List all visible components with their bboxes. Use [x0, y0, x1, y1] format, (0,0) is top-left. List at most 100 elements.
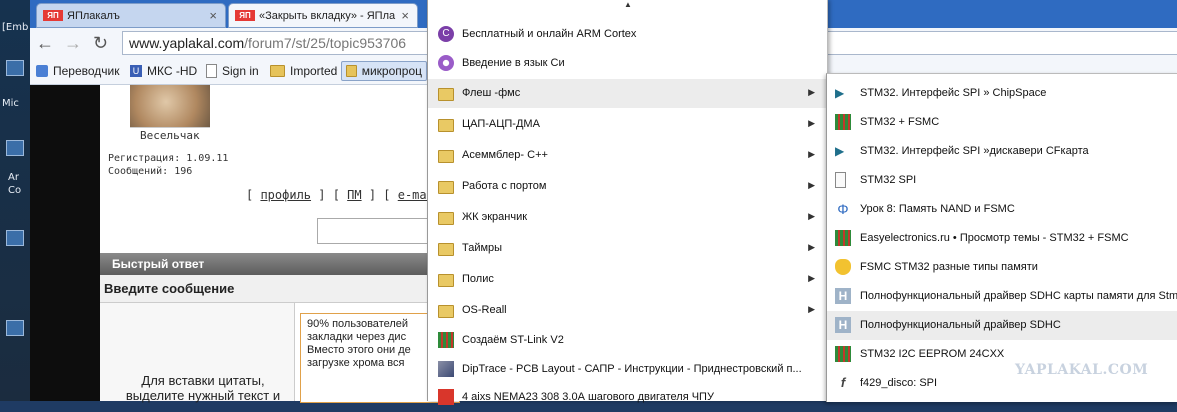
easyelectronics-icon: [835, 346, 851, 362]
watermark: YAPLAKAL.COM: [1015, 362, 1149, 378]
menu-item-label: Флеш -фмс: [462, 87, 521, 99]
page-icon: [835, 172, 846, 188]
submenu-item[interactable]: Φ Урок 8: Память NAND и FSMC: [827, 195, 1177, 224]
menu-folder[interactable]: Работа с портом ▶: [428, 172, 827, 201]
user-stats: Регистрация: 1.09.11 Сообщений: 196: [108, 152, 228, 178]
menu-item-label: Бесплатный и онлайн ARM Cortex: [462, 28, 637, 40]
menu-item[interactable]: DipTrace - PCB Layout - САПР - Инструкци…: [428, 355, 827, 384]
u-icon: U: [130, 65, 142, 77]
submenu-arrow-icon: ▶: [808, 211, 815, 221]
folder-icon: [438, 243, 454, 256]
url-path: /forum7/st/25/topic953706: [244, 35, 407, 51]
submenu-item[interactable]: H Полнофункциональный драйвер SDHC карты…: [827, 282, 1177, 311]
close-tab-icon[interactable]: ×: [209, 8, 217, 23]
submenu-item[interactable]: FSMC STM32 разные типы памяти: [827, 253, 1177, 282]
reload-icon[interactable]: ↻: [93, 33, 108, 53]
folder-icon: [438, 212, 454, 225]
menu-item-label: Асеммблер- С++: [462, 149, 548, 161]
back-arrow-icon[interactable]: ←: [36, 33, 54, 53]
easyelectronics-icon: [835, 114, 851, 130]
submenu-item[interactable]: STM32 + FSMC: [827, 108, 1177, 137]
menu-item[interactable]: Создаём ST-Link V2: [428, 326, 827, 355]
translate-icon: [36, 65, 48, 77]
folder-icon: [270, 65, 285, 77]
folder-icon: [438, 305, 454, 318]
submenu-arrow-icon: ▶: [808, 118, 815, 128]
bookmark-label: Imported: [290, 64, 338, 78]
url-host: www.yaplakal.com: [129, 35, 245, 51]
submenu-item-label: Полнофункциональный драйвер SDHC: [860, 319, 1061, 331]
registration-date: Регистрация: 1.09.11: [108, 153, 229, 164]
menu-item-label: OS-Reall: [462, 304, 507, 316]
desktop-shortcut-icon[interactable]: [6, 140, 24, 156]
gear-purple-icon: [438, 55, 454, 71]
desktop-shortcut-icon[interactable]: [6, 230, 24, 246]
folder-icon: [438, 274, 454, 287]
bookmark-translator[interactable]: Переводчик: [32, 61, 124, 81]
profile-links: [ профиль ] [ ПМ ] [ e-mail ]: [246, 188, 456, 202]
menu-item-label: Работа с портом: [462, 180, 547, 192]
menu-folder[interactable]: Асеммблер- С++ ▶: [428, 141, 827, 170]
desktop-shortcut-icon[interactable]: [6, 60, 24, 76]
bookmark-folder-imported[interactable]: Imported: [266, 61, 341, 81]
submenu-item[interactable]: H Полнофункциональный драйвер SDHC: [827, 311, 1177, 340]
scroll-up-icon[interactable]: ▲: [624, 0, 632, 9]
submenu-arrow-icon: ▶: [808, 304, 815, 314]
tab-yaplakal[interactable]: ЯП ЯПлакалъ ×: [36, 3, 226, 28]
tab-title: «Закрыть вкладку» - ЯПла: [259, 9, 396, 22]
submenu-item-label: STM32 SPI: [860, 174, 917, 186]
desktop-label: Mic: [2, 98, 19, 109]
menu-item[interactable]: 4 аіхѕ NEMA23 308 3.0А шагового двигател…: [428, 383, 827, 412]
menu-item-label: ЖК экранчик: [462, 211, 528, 223]
h-icon: H: [835, 288, 851, 304]
quick-reply-header: Быстрый ответ: [100, 253, 460, 275]
folder-icon: [438, 119, 454, 132]
submenu-item[interactable]: Easyelectronics.ru • Просмотр темы - STM…: [827, 224, 1177, 253]
easyelectronics-icon: [438, 332, 454, 348]
bookmark-submenu: ▶ STM32. Интерфейс SPI » ChipSpace STM32…: [826, 73, 1177, 402]
page-icon: [206, 64, 217, 78]
yaplakal-favicon-icon: ЯП: [235, 10, 255, 21]
menu-folder-flash-fms[interactable]: Флеш -фмс ▶: [428, 79, 827, 108]
menu-folder[interactable]: ЦАП-АЦП-ДМА ▶: [428, 110, 827, 139]
menu-folder[interactable]: Таймры ▶: [428, 234, 827, 263]
diptrace-icon: [438, 361, 454, 377]
bookmark-folder-menu: ▲ C Бесплатный и онлайн ARM Cortex Введе…: [427, 0, 828, 405]
tab-title: ЯПлакалъ: [67, 9, 120, 22]
profile-link[interactable]: профиль: [260, 188, 311, 202]
bookmark-label: Sign in: [222, 64, 259, 78]
menu-folder[interactable]: Полис ▶: [428, 265, 827, 294]
bookmark-label: МКС -HD: [147, 64, 198, 78]
folder-icon: [346, 65, 357, 77]
menu-item-label: Таймры: [462, 242, 503, 254]
menu-item[interactable]: Введение в язык Си: [428, 49, 827, 78]
phi-icon: Φ: [837, 201, 849, 217]
bookmark-mks-hd[interactable]: U МКС -HD: [126, 61, 201, 81]
tab-close-tab-post[interactable]: ЯП «Закрыть вкладку» - ЯПла ×: [228, 3, 418, 28]
submenu-item[interactable]: STM32 SPI: [827, 166, 1177, 195]
folder-icon: [438, 150, 454, 163]
avatar[interactable]: [130, 85, 210, 128]
close-tab-icon[interactable]: ×: [401, 8, 409, 23]
submenu-item-label: FSMC STM32 разные типы памяти: [860, 261, 1038, 273]
desktop-shortcut-icon[interactable]: [6, 320, 24, 336]
user-nickname: Весельчак: [140, 129, 200, 142]
submenu-item[interactable]: ▶ STM32. Интерфейс SPI » ChipSpace: [827, 79, 1177, 108]
folder-icon: [438, 88, 454, 101]
submenu-item[interactable]: ▶ STM32. Интерфейс SPI »дискавери CFкарт…: [827, 137, 1177, 166]
site-c-icon: C: [438, 26, 454, 42]
menu-folder[interactable]: OS-Reall ▶: [428, 296, 827, 325]
bookmark-sign-in[interactable]: Sign in: [202, 61, 263, 81]
folder-icon: [438, 181, 454, 194]
aliexpress-icon: [438, 389, 454, 405]
pm-link[interactable]: ПМ: [347, 188, 361, 202]
forward-arrow-icon[interactable]: →: [64, 33, 82, 53]
enter-message-label: Введите сообщение: [100, 275, 460, 303]
easyelectronics-icon: [835, 230, 851, 246]
submenu-item-label: STM32 + FSMC: [860, 116, 940, 128]
h-icon: H: [835, 317, 851, 333]
bookmark-folder-microproc[interactable]: микропроц: [341, 61, 427, 81]
menu-folder[interactable]: ЖК экранчик ▶: [428, 203, 827, 232]
menu-item[interactable]: C Бесплатный и онлайн ARM Cortex: [428, 20, 827, 49]
cat-icon: [835, 259, 851, 275]
